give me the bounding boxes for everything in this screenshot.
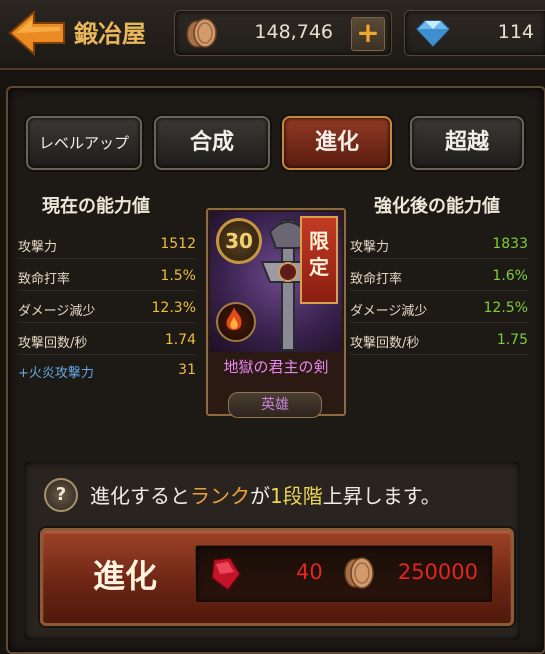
stat-value: 1833 [492, 236, 528, 252]
evolve-button[interactable]: 進化 40 250000 [40, 528, 514, 626]
current-stats-title: 現在の能力値 [42, 196, 150, 217]
stat-label: 致命打率 [350, 272, 403, 287]
item-card[interactable]: 30 限 定 地獄の君主の剣 [206, 208, 346, 416]
limited-char: 限 [309, 229, 329, 253]
stat-label: 攻撃力 [350, 240, 390, 255]
enhanced-stats-title: 強化後の能力値 [374, 196, 500, 217]
evolve-cost: 40 250000 [195, 545, 493, 603]
stat-row: 攻撃回数/秒 1.75 [350, 330, 528, 355]
stat-row: 攻撃力 1512 [18, 234, 196, 259]
rarity-badge: 英雄 [228, 392, 322, 418]
level-badge: 30 [216, 218, 262, 264]
stat-row: ダメージ減少 12.5% [350, 298, 528, 323]
stat-value: 1512 [160, 236, 196, 252]
stat-value: 1.74 [164, 332, 196, 348]
info-text-part: が [250, 484, 270, 508]
stat-label: 致命打率 [18, 272, 71, 287]
limited-char: 定 [309, 255, 329, 279]
info-text-part: 上昇します。 [322, 484, 441, 508]
stat-value: 12.5% [483, 300, 528, 316]
stat-label: 攻撃回数/秒 [18, 336, 88, 351]
stat-row: 致命打率 1.5% [18, 266, 196, 291]
stat-value: 1.6% [492, 268, 528, 284]
info-step-highlight: 1段階 [270, 484, 323, 508]
back-arrow-icon [8, 9, 65, 57]
tab-evolution[interactable]: 進化 [282, 116, 392, 170]
ruby-cost: 40 [296, 560, 323, 584]
stat-value: 1.75 [496, 332, 528, 348]
info-text-part: 進化すると [90, 484, 190, 508]
diamond-icon [416, 20, 450, 47]
limited-badge: 限 定 [300, 216, 338, 304]
stat-row-bonus: +火炎攻撃力 31 [18, 360, 196, 384]
ruby-icon [211, 557, 241, 592]
stat-label: 攻撃回数/秒 [350, 336, 420, 351]
fire-element-icon [216, 302, 256, 342]
stat-label: ダメージ減少 [18, 304, 96, 319]
tab-level-up[interactable]: レベルアップ [26, 116, 142, 170]
stat-row: 攻撃回数/秒 1.74 [18, 330, 196, 355]
top-bar: 鍛冶屋 148,746 + 114 [0, 0, 545, 70]
coin-cost: 250000 [397, 560, 478, 584]
coin-stack-icon [186, 18, 217, 48]
tab-synthesis[interactable]: 合成 [154, 116, 270, 170]
stat-value: 1.5% [160, 268, 196, 284]
stat-row: ダメージ減少 12.3% [18, 298, 196, 323]
stat-value: 31 [178, 362, 196, 378]
stat-row: 攻撃力 1833 [350, 234, 528, 259]
page-title: 鍛冶屋 [74, 20, 146, 48]
stat-label: +火炎攻撃力 [18, 366, 94, 381]
stat-value: 12.3% [151, 300, 196, 316]
coin-count: 148,746 [254, 21, 333, 43]
evolve-button-label: 進化 [93, 557, 158, 595]
item-name: 地獄の君主の剣 [223, 358, 329, 376]
gem-balance: 114 [404, 10, 545, 56]
help-icon[interactable]: ? [44, 478, 78, 512]
stat-label: ダメージ減少 [350, 304, 428, 319]
back-button[interactable] [8, 9, 66, 57]
coin-icon [344, 557, 374, 589]
info-rank-highlight: ランク [190, 484, 250, 508]
add-coins-button[interactable]: + [351, 17, 385, 51]
coin-balance: 148,746 + [174, 10, 392, 56]
stat-row: 致命打率 1.6% [350, 266, 528, 291]
gem-count: 114 [497, 21, 534, 43]
stat-label: 攻撃力 [18, 240, 58, 255]
tab-transcend[interactable]: 超越 [410, 116, 524, 170]
evolution-info-text: 進化するとランクが1段階上昇します。 [90, 480, 441, 509]
